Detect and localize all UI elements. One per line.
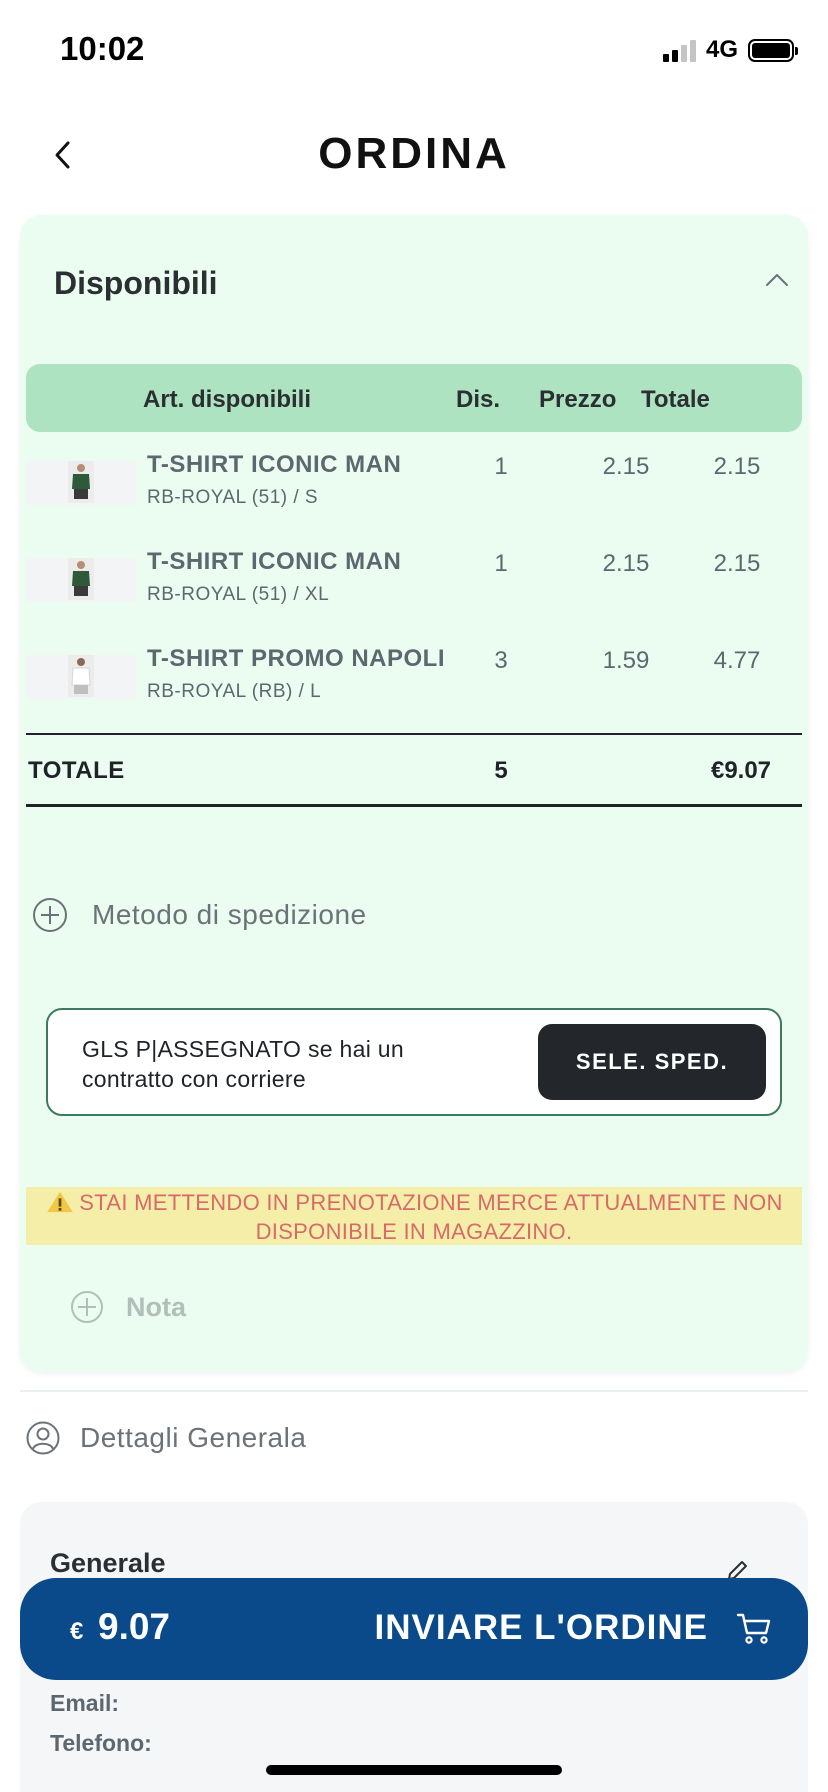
network-type: 4G [705, 36, 738, 63]
row-total: 4.77 [713, 647, 761, 674]
product-name: T-SHIRT ICONIC MAN [147, 548, 402, 575]
totals-qty: 5 [494, 757, 508, 784]
row-dis: 3 [494, 647, 508, 674]
product-name: T-SHIRT PROMO NAPOLI [147, 645, 445, 672]
send-order-label: INVIARE L'ORDINE [374, 1608, 708, 1647]
order-amount: 9.07 [98, 1606, 171, 1647]
warning-banner: STAI METTENDO IN PRENOTAZIONE MERCE ATTU… [26, 1187, 802, 1245]
send-order-button[interactable]: € 9.07 INVIARE L'ORDINE [20, 1578, 808, 1680]
chevron-up-icon[interactable] [764, 271, 790, 287]
product-variant: RB-ROYAL (RB) / L [147, 681, 322, 702]
battery-icon [748, 38, 798, 62]
phone-label: Telefono: [50, 1730, 152, 1756]
email-label: Email: [50, 1690, 120, 1716]
selected-shipping-text: GLS P|ASSEGNATO se hai un contratto con … [82, 1036, 404, 1092]
product-name: T-SHIRT ICONIC MAN [147, 451, 402, 478]
status-indicators: 4G [662, 36, 798, 64]
table-row[interactable]: T-SHIRT ICONIC MAN RB-ROYAL (51) / XL 1 … [26, 544, 802, 624]
details-toggle[interactable]: Dettagli Generala [26, 1418, 306, 1458]
product-thumbnail [26, 461, 136, 505]
page-title: ORDINA [318, 129, 510, 178]
shipping-method-label: Metodo di spedizione [92, 899, 367, 930]
tshirt-man-icon [68, 461, 94, 503]
row-dis: 1 [494, 453, 508, 480]
column-header-price: Prezzo [539, 386, 617, 413]
column-header-dis: Dis. [456, 386, 501, 413]
row-price: 1.59 [602, 647, 650, 674]
totals-amount: €9.07 [710, 757, 772, 784]
section-title: Disponibili [54, 265, 218, 301]
totals-label: TOTALE [28, 757, 125, 784]
divider [20, 1390, 808, 1392]
details-label: Dettagli Generala [80, 1422, 307, 1453]
signal-icon [662, 38, 696, 62]
row-price: 2.15 [602, 453, 650, 480]
note-label: Nota [126, 1291, 186, 1322]
available-card: Disponibili Art. disponibili Dis. Prezzo… [20, 215, 808, 1372]
plus-circle-icon [71, 1291, 103, 1323]
order-currency: € [70, 1618, 84, 1645]
divider [26, 733, 802, 735]
select-shipping-button[interactable]: SELE. SPED. [538, 1024, 766, 1100]
user-circle-icon [26, 1421, 60, 1455]
divider [26, 804, 802, 807]
product-variant: RB-ROYAL (51) / XL [147, 584, 330, 605]
row-total: 2.15 [713, 453, 761, 480]
tshirt-white-icon [68, 655, 94, 697]
status-bar: 10:02 4G [0, 0, 828, 100]
shipping-method-toggle[interactable]: Metodo di spedizione [32, 895, 367, 935]
row-total: 2.15 [713, 550, 761, 577]
warning-text: STAI METTENDO IN PRENOTAZIONE MERCE ATTU… [79, 1190, 783, 1244]
warning-icon [47, 1191, 74, 1213]
table-header: Art. disponibili Dis. Prezzo Totale [26, 364, 802, 432]
column-header-total: Totale [641, 386, 710, 413]
row-dis: 1 [494, 550, 508, 577]
column-header-article: Art. disponibili [143, 386, 311, 413]
tshirt-man-icon [68, 558, 94, 600]
table-row[interactable]: T-SHIRT PROMO NAPOLI RB-ROYAL (RB) / L 3… [26, 641, 802, 721]
product-variant: RB-ROYAL (51) / S [147, 487, 319, 508]
cart-icon [736, 1613, 771, 1644]
status-time: 10:02 [60, 30, 145, 67]
note-toggle[interactable]: Nota [70, 1287, 186, 1327]
product-thumbnail [26, 655, 136, 699]
general-title: Generale [50, 1548, 166, 1578]
shipping-selection-box: GLS P|ASSEGNATO se hai un contratto con … [46, 1008, 782, 1116]
plus-circle-icon [33, 898, 67, 932]
row-price: 2.15 [602, 550, 650, 577]
table-row[interactable]: T-SHIRT ICONIC MAN RB-ROYAL (51) / S 1 2… [26, 447, 802, 527]
home-indicator[interactable] [266, 1765, 562, 1775]
product-thumbnail [26, 558, 136, 602]
nav-header: ORDINA [0, 115, 828, 195]
